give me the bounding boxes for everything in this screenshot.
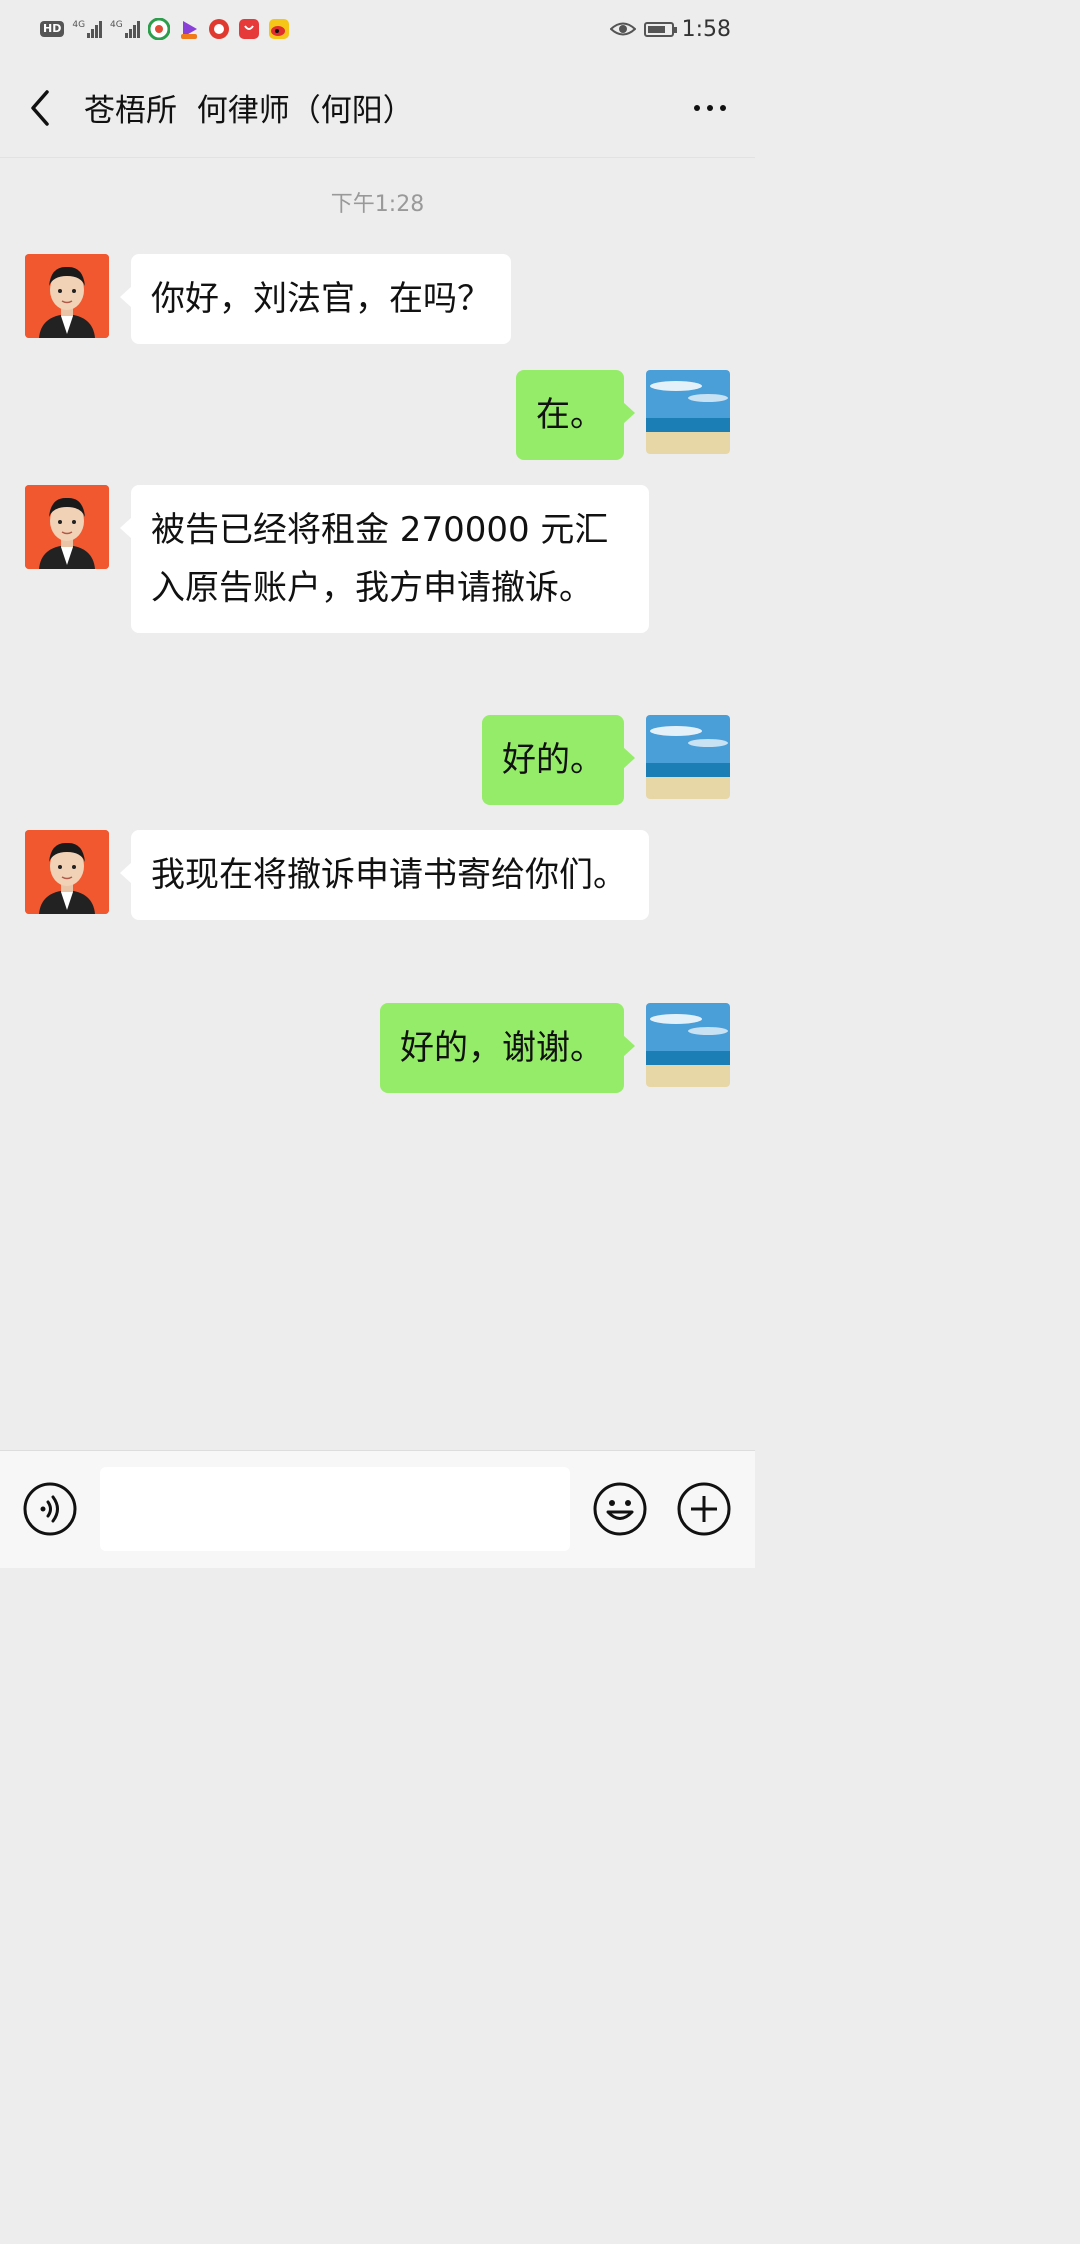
message-row: 被告已经将租金 270000 元汇入原告账户，我方申请撤诉。: [25, 485, 649, 633]
more-icon-dot: [720, 104, 726, 111]
message-row: 好的。: [482, 715, 730, 805]
browser-app-icon: [147, 18, 170, 40]
more-icon-dot: [707, 104, 713, 111]
message-input[interactable]: [100, 1467, 570, 1551]
beach-avatar-image: [646, 715, 730, 799]
battery-icon: [643, 21, 677, 37]
input-bar: [0, 1450, 755, 1568]
contact-avatar[interactable]: [25, 830, 109, 914]
voice-icon[interactable]: [22, 1481, 78, 1537]
sent-message-bubble[interactable]: 在。: [516, 370, 635, 460]
my-avatar[interactable]: [646, 370, 730, 454]
eye-icon: [609, 22, 636, 36]
back-button[interactable]: [0, 58, 80, 158]
my-avatar[interactable]: [646, 1003, 730, 1087]
more-icon-dot: [694, 104, 700, 111]
signal-icon: 4G: [110, 20, 140, 38]
sent-message-bubble[interactable]: 好的，谢谢。: [380, 1003, 635, 1093]
message-row: 你好，刘法官，在吗？: [25, 254, 511, 344]
message-row: 在。: [516, 370, 730, 460]
person-avatar-image: [25, 830, 109, 914]
beach-avatar-image: [646, 1003, 730, 1087]
video-app-icon: [180, 21, 197, 39]
emoji-icon[interactable]: [592, 1481, 648, 1537]
more-button[interactable]: [665, 58, 755, 158]
person-avatar-image: [25, 254, 109, 338]
message-row: 我现在将撤诉申请书寄给你们。: [25, 830, 649, 920]
status-right: 1:58: [609, 16, 731, 42]
status-time: 1:58: [681, 16, 731, 42]
beach-avatar-image: [646, 370, 730, 454]
plus-icon[interactable]: [676, 1481, 732, 1537]
received-message-bubble[interactable]: 你好，刘法官，在吗？: [120, 254, 511, 344]
message-timestamp: 下午1:28: [330, 192, 425, 217]
news-app-icon: [208, 19, 229, 39]
hd-badge: HD: [40, 21, 65, 37]
signal-icon: 4G: [72, 20, 103, 38]
status-left: HD 4G 4G: [40, 18, 290, 40]
chat-header: 苍梧所 何律师（何阳）: [0, 58, 755, 158]
weibo-app-icon: [268, 19, 289, 39]
status-bar: HD 4G 4G 1:58: [0, 0, 755, 58]
sent-message-bubble[interactable]: 好的。: [482, 715, 635, 805]
received-message-bubble[interactable]: 我现在将撤诉申请书寄给你们。: [120, 830, 649, 920]
huawei-store-icon: [238, 19, 259, 39]
chat-title: 苍梧所 何律师（何阳）: [84, 93, 414, 129]
message-row: 好的，谢谢。: [380, 1003, 730, 1093]
contact-avatar[interactable]: [25, 254, 109, 338]
my-avatar[interactable]: [646, 715, 730, 799]
received-message-bubble[interactable]: 被告已经将租金 270000 元汇入原告账户，我方申请撤诉。: [120, 485, 649, 633]
person-avatar-image: [25, 485, 109, 569]
back-arrow-icon: [31, 89, 49, 126]
contact-avatar[interactable]: [25, 485, 109, 569]
